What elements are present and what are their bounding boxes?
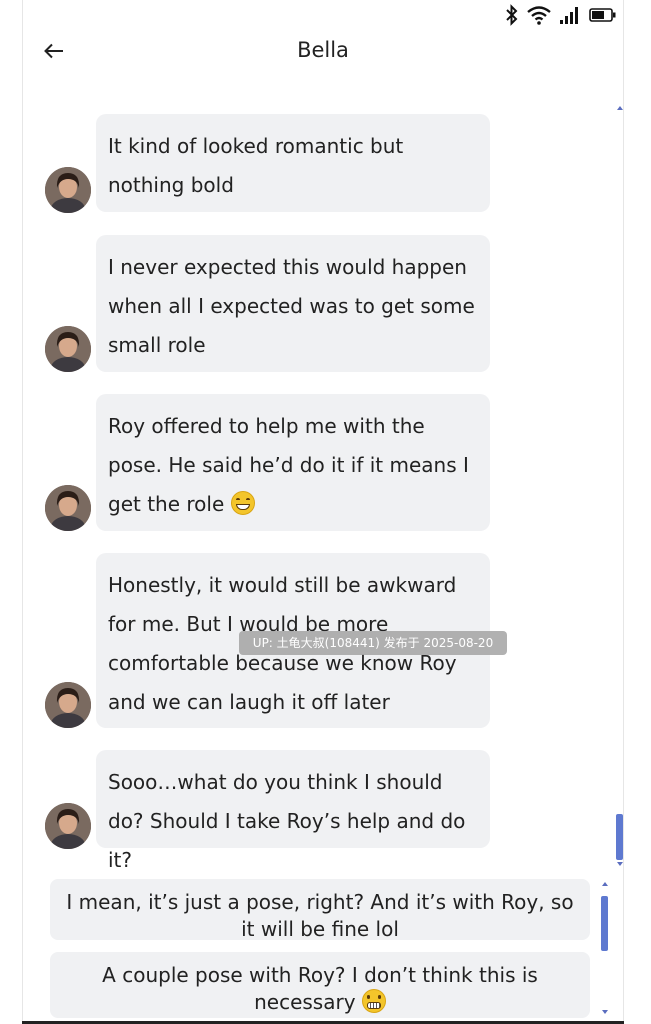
message-text: Sooo…what do you think I should do? Shou… bbox=[108, 770, 466, 872]
reply-option-text: I mean, it’s just a pose, right? And it’… bbox=[66, 890, 574, 941]
avatar bbox=[45, 167, 91, 213]
message-bubble: It kind of looked romantic but nothing b… bbox=[96, 114, 490, 212]
message-text: It kind of looked romantic but nothing b… bbox=[108, 134, 404, 197]
chat-scrollbar-thumb[interactable] bbox=[616, 814, 623, 860]
message-bubble: Roy offered to help me with the pose. He… bbox=[96, 394, 490, 531]
avatar bbox=[45, 803, 91, 849]
status-bar bbox=[505, 4, 617, 26]
grinning-face-icon bbox=[230, 491, 255, 515]
message-bubble: I never expected this would happen when … bbox=[96, 235, 490, 372]
reply-option[interactable]: A couple pose with Roy? I don’t think th… bbox=[50, 952, 590, 1018]
message-bubble: Sooo…what do you think I should do? Shou… bbox=[96, 750, 490, 872]
choices-scroll-up-arrow[interactable] bbox=[602, 882, 608, 886]
scroll-down-arrow[interactable] bbox=[617, 862, 623, 866]
wifi-icon bbox=[527, 6, 551, 25]
message-text: Roy offered to help me with the pose. He… bbox=[108, 414, 469, 516]
reply-option[interactable]: I mean, it’s just a pose, right? And it’… bbox=[50, 879, 590, 941]
avatar bbox=[45, 326, 91, 372]
page-title: Bella bbox=[297, 38, 349, 62]
grimacing-face-icon bbox=[361, 989, 386, 1013]
battery-icon bbox=[589, 8, 616, 22]
phone-screen: Bella It kind of looked romantic but not… bbox=[22, 0, 624, 1024]
avatar bbox=[45, 682, 91, 728]
choices-scroll-down-arrow[interactable] bbox=[602, 1010, 608, 1014]
bluetooth-icon bbox=[506, 4, 518, 26]
avatar bbox=[45, 485, 91, 531]
scroll-up-arrow[interactable] bbox=[617, 106, 623, 110]
message-text: I never expected this would happen when … bbox=[108, 255, 475, 357]
watermark: UP: 土龟大叔(108441) 发布于 2025-08-20 bbox=[239, 631, 507, 655]
signal-icon bbox=[560, 7, 578, 24]
choices-scrollbar-thumb[interactable] bbox=[601, 896, 608, 951]
reply-option-text: A couple pose with Roy? I don’t think th… bbox=[102, 963, 538, 1014]
